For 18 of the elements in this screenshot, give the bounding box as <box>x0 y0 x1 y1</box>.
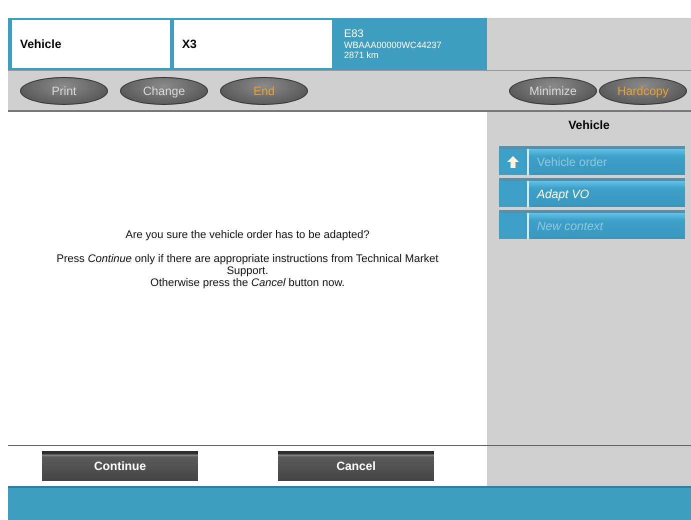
vehicle-info: WBAAA00000WC44237 <box>344 40 442 50</box>
dialog-instruction: Otherwise press the Cancel button now. <box>149 276 346 288</box>
toolbar-button[interactable]: Minimize <box>509 76 597 104</box>
toolbar-button[interactable]: End <box>220 76 308 104</box>
dialog-question: Are you sure the vehicle order has to be adapted? <box>124 228 370 240</box>
dialog-instruction: Press Continue only if there are appropriate instructions from Technical Market Support. <box>56 252 440 276</box>
header-field: X3 <box>174 20 332 68</box>
header-field: Vehicle <box>12 20 170 68</box>
toolbar-button[interactable]: Change <box>120 76 208 104</box>
sidebar-title: Vehicle <box>567 118 611 132</box>
sidebar-item[interactable]: Adapt VO <box>529 181 685 207</box>
dialog-button[interactable]: Continue <box>42 451 198 481</box>
toolbar-button[interactable]: Print <box>20 76 108 104</box>
up-arrow-icon <box>507 156 519 168</box>
toolbar-button[interactable]: Hardcopy <box>599 76 687 104</box>
vehicle-info: E83 <box>344 28 365 40</box>
dialog-button[interactable]: Cancel <box>278 451 434 481</box>
vehicle-info: 2871 km <box>344 50 380 60</box>
